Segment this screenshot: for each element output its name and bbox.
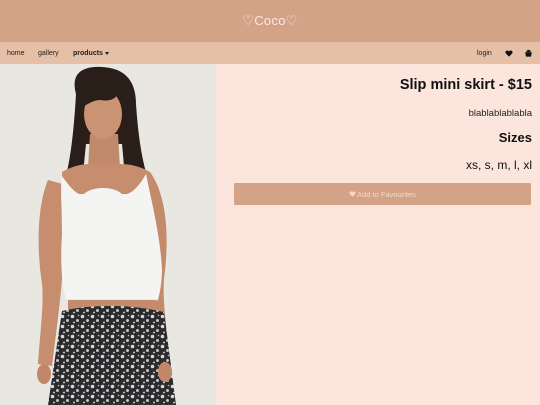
product-details: Slip mini skirt - $15 blablablablabla Si… <box>216 64 540 405</box>
sizes-heading: Sizes <box>498 130 532 145</box>
nav-products-dropdown[interactable]: products <box>73 42 109 64</box>
product-photo <box>0 64 216 405</box>
heart-icon <box>349 191 356 197</box>
heart-icon[interactable] <box>505 42 513 64</box>
add-to-favourites-label: Add to Favourites <box>357 189 416 199</box>
caret-down-icon <box>104 51 109 55</box>
nav-products-label: products <box>73 49 103 57</box>
nav-login[interactable]: login <box>477 42 492 64</box>
site-header: ♡Coco♡ <box>0 0 540 42</box>
sizes-list: xs, s, m, l, xl <box>466 158 532 172</box>
product-description: blablablablabla <box>468 108 532 119</box>
nav-gallery[interactable]: gallery <box>38 42 59 64</box>
brand-logo[interactable]: ♡Coco♡ <box>242 13 297 29</box>
product-title: Slip mini skirt - $15 <box>399 77 532 93</box>
add-to-favourites-button[interactable]: Add to Favourites <box>234 183 531 205</box>
navbar: home gallery products login <box>0 42 540 64</box>
nav-home[interactable]: home <box>7 42 25 64</box>
shopping-bag-icon[interactable] <box>524 42 533 64</box>
